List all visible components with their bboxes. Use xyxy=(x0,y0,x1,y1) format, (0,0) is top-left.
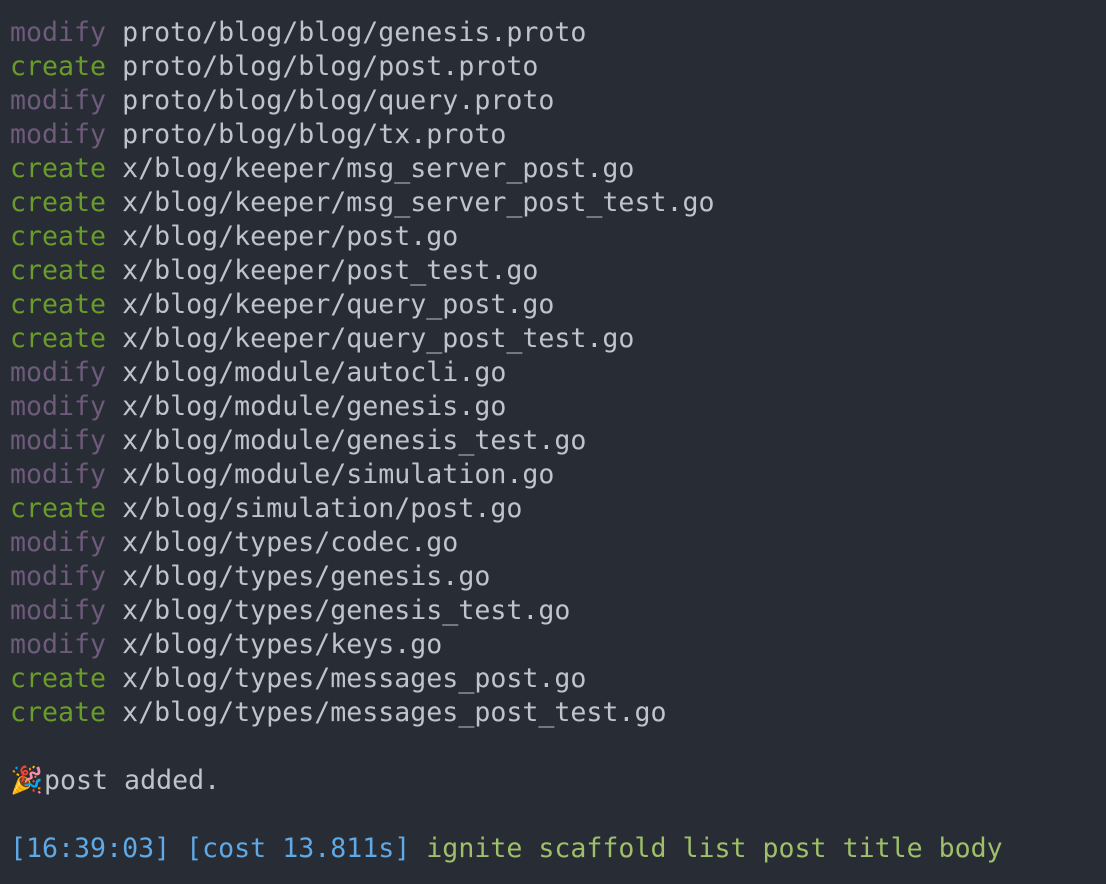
success-message: 🎉post added. xyxy=(10,764,1003,798)
action-label: modify xyxy=(10,459,107,490)
file-change-row: modify x/blog/types/keys.go xyxy=(10,628,1003,662)
file-path: x/blog/module/autocli.go xyxy=(122,357,507,388)
file-change-row: create x/blog/types/messages_post_test.g… xyxy=(10,696,1003,730)
action-label: create xyxy=(10,255,107,286)
command-text: ignite scaffold list post title body xyxy=(426,833,1003,864)
action-label: create xyxy=(10,493,107,524)
action-label: create xyxy=(10,289,107,320)
file-change-row: modify x/blog/module/autocli.go xyxy=(10,356,1003,390)
action-label: modify xyxy=(10,629,107,660)
file-change-row: modify x/blog/types/genesis.go xyxy=(10,560,1003,594)
action-label: modify xyxy=(10,391,107,422)
file-change-row: create x/blog/types/messages_post.go xyxy=(10,662,1003,696)
file-path: x/blog/keeper/msg_server_post.go xyxy=(122,153,635,184)
action-label: modify xyxy=(10,357,107,388)
file-change-row: create x/blog/keeper/msg_server_post.go xyxy=(10,152,1003,186)
file-path: x/blog/types/genesis.go xyxy=(122,561,491,592)
file-change-row: modify x/blog/types/genesis_test.go xyxy=(10,594,1003,628)
file-change-row: create x/blog/keeper/query_post_test.go xyxy=(10,322,1003,356)
file-change-row: create x/blog/simulation/post.go xyxy=(10,492,1003,526)
file-change-row: modify proto/blog/blog/tx.proto xyxy=(10,118,1003,152)
file-path: x/blog/module/genesis_test.go xyxy=(122,425,587,456)
file-change-row: create x/blog/keeper/query_post.go xyxy=(10,288,1003,322)
file-change-row: modify x/blog/module/genesis.go xyxy=(10,390,1003,424)
file-path: x/blog/keeper/query_post.go xyxy=(122,289,555,320)
action-label: create xyxy=(10,323,107,354)
terminal-output: modify proto/blog/blog/genesis.proto crea… xyxy=(10,16,1003,866)
file-list: modify proto/blog/blog/genesis.proto crea… xyxy=(10,16,1003,730)
action-label: create xyxy=(10,153,107,184)
success-text: post added. xyxy=(44,765,221,796)
prompt-line: [16:39:03] [cost 13.811s] ignite scaffol… xyxy=(10,832,1003,866)
file-change-row: modify proto/blog/blog/genesis.proto xyxy=(10,16,1003,50)
file-path: proto/blog/blog/query.proto xyxy=(122,85,555,116)
file-path: x/blog/module/simulation.go xyxy=(122,459,555,490)
file-path: x/blog/keeper/post_test.go xyxy=(122,255,539,286)
file-change-row: create proto/blog/blog/post.proto xyxy=(10,50,1003,84)
action-label: modify xyxy=(10,17,107,48)
action-label: modify xyxy=(10,425,107,456)
file-path: proto/blog/blog/post.proto xyxy=(122,51,539,82)
file-path: x/blog/simulation/post.go xyxy=(122,493,523,524)
action-label: modify xyxy=(10,595,107,626)
file-path: x/blog/types/genesis_test.go xyxy=(122,595,571,626)
file-path: x/blog/keeper/msg_server_post_test.go xyxy=(122,187,715,218)
file-path: x/blog/types/keys.go xyxy=(122,629,443,660)
action-label: create xyxy=(10,187,107,218)
file-change-row: create x/blog/keeper/msg_server_post_tes… xyxy=(10,186,1003,220)
file-change-row: create x/blog/keeper/post_test.go xyxy=(10,254,1003,288)
action-label: create xyxy=(10,51,107,82)
file-change-row: create x/blog/keeper/post.go xyxy=(10,220,1003,254)
action-label: modify xyxy=(10,119,107,150)
file-path: x/blog/types/messages_post.go xyxy=(122,663,587,694)
file-path: proto/blog/blog/genesis.proto xyxy=(122,17,587,48)
cost-label: [cost 13.811s] xyxy=(186,833,411,864)
file-change-row: modify x/blog/module/simulation.go xyxy=(10,458,1003,492)
action-label: create xyxy=(10,697,107,728)
file-change-row: modify x/blog/types/codec.go xyxy=(10,526,1003,560)
action-label: create xyxy=(10,221,107,252)
file-path: x/blog/types/codec.go xyxy=(122,527,459,558)
party-popper-icon: 🎉 xyxy=(10,765,44,796)
action-label: modify xyxy=(10,561,107,592)
file-path: x/blog/keeper/query_post_test.go xyxy=(122,323,635,354)
file-change-row: modify proto/blog/blog/query.proto xyxy=(10,84,1003,118)
file-path: proto/blog/blog/tx.proto xyxy=(122,119,507,150)
timestamp: [16:39:03] xyxy=(10,833,171,864)
action-label: create xyxy=(10,663,107,694)
action-label: modify xyxy=(10,85,107,116)
file-path: x/blog/keeper/post.go xyxy=(122,221,459,252)
file-change-row: modify x/blog/module/genesis_test.go xyxy=(10,424,1003,458)
file-path: x/blog/module/genesis.go xyxy=(122,391,507,422)
file-path: x/blog/types/messages_post_test.go xyxy=(122,697,667,728)
action-label: modify xyxy=(10,527,107,558)
